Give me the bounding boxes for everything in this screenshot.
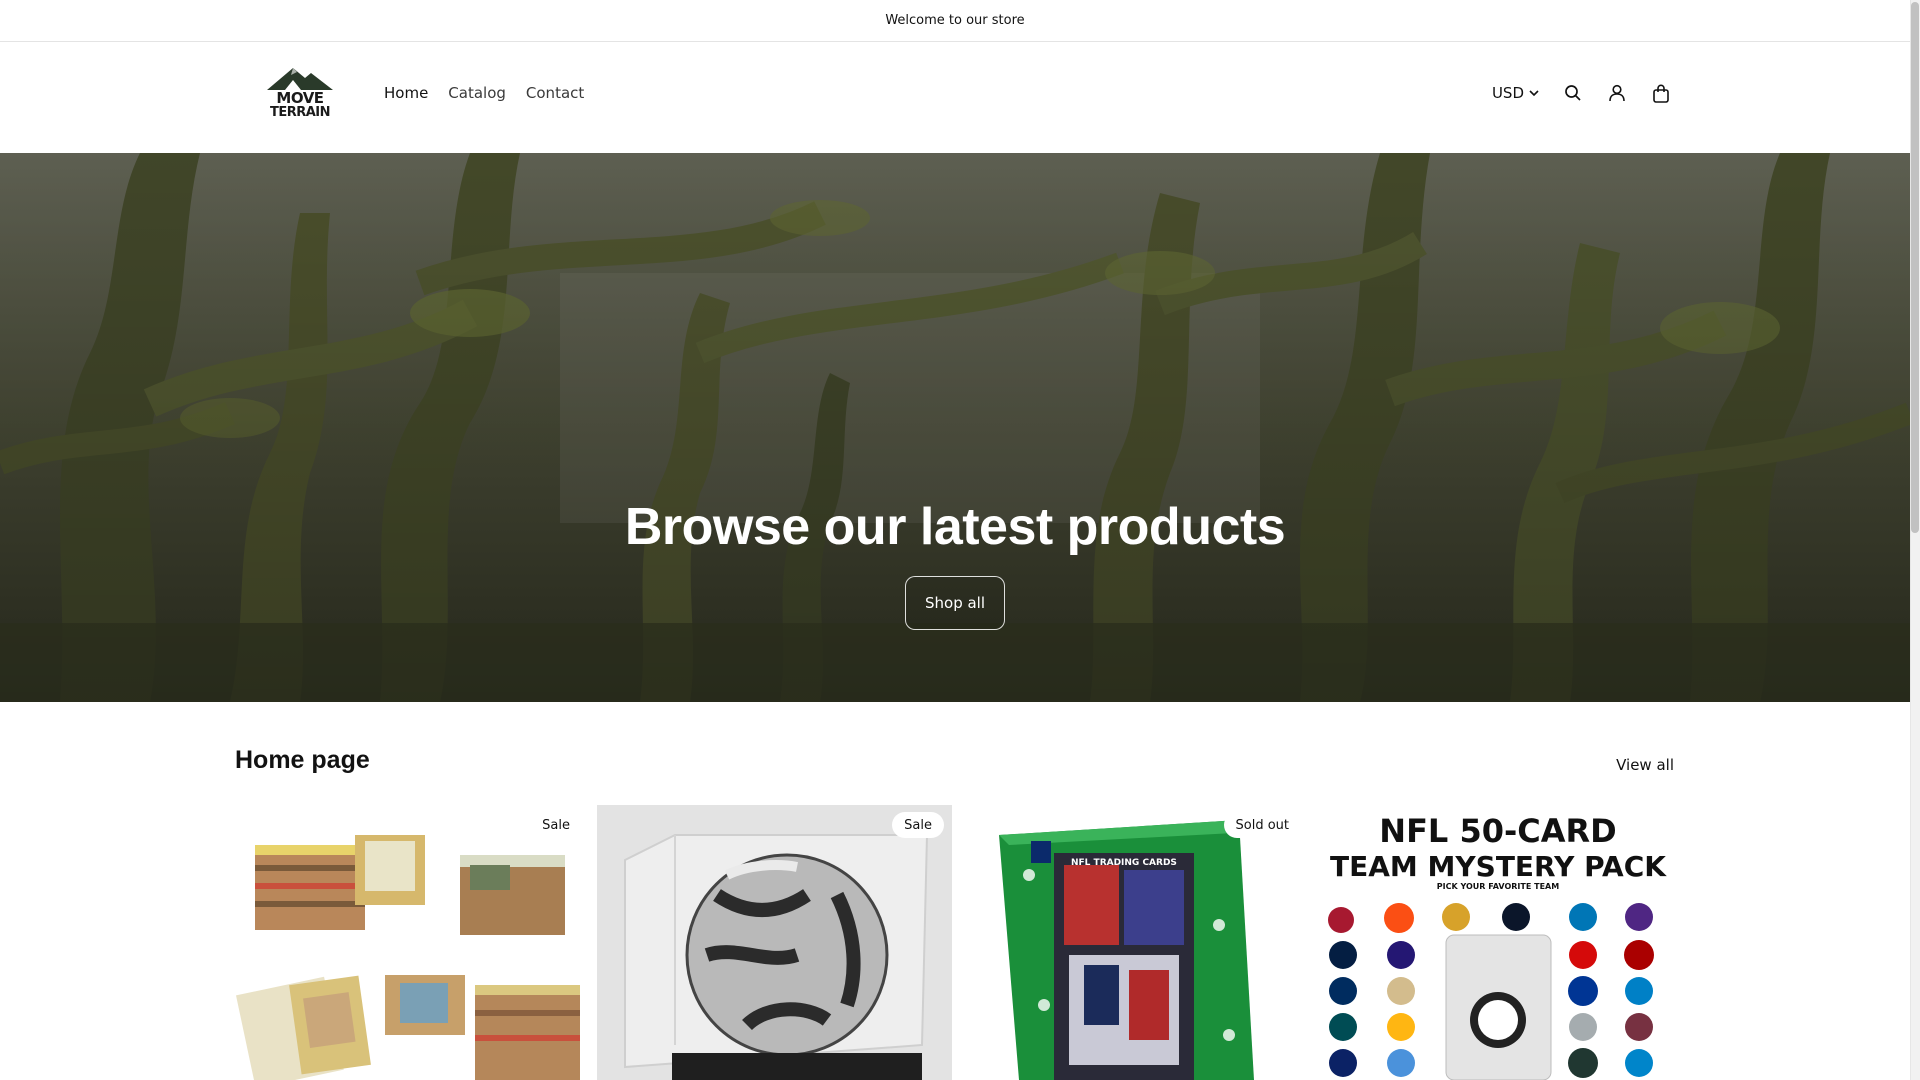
- nav-item-catalog[interactable]: Catalog: [448, 84, 506, 102]
- pack-subtitle: PICK YOUR FAVORITE TEAM: [1437, 882, 1559, 891]
- chevron-down-icon: [1529, 90, 1539, 97]
- account-button[interactable]: [1606, 82, 1628, 104]
- page-scrollbar[interactable]: [1910, 0, 1920, 1080]
- collection-title: Home page: [235, 746, 370, 774]
- product-card[interactable]: NFL TRADING CARDS Sold out: [959, 805, 1314, 1080]
- product-grid: Sale Sale NFL TRADING CARDS Sold out NFL…: [235, 805, 1676, 1080]
- cart-button[interactable]: [1650, 82, 1672, 104]
- search-button[interactable]: [1562, 82, 1584, 104]
- sale-badge: Sale: [530, 812, 582, 838]
- product-card[interactable]: Sale: [597, 805, 952, 1080]
- announcement-bar: Welcome to our store: [0, 0, 1910, 42]
- pack-title-line2: TEAM MYSTERY PACK: [1330, 850, 1667, 883]
- sale-badge: Sale: [892, 812, 944, 838]
- product-card[interactable]: Sale: [235, 805, 590, 1080]
- storefront-page: Welcome to our store MOVE TERRAIN Home C…: [0, 0, 1910, 1080]
- site-header: MOVE TERRAIN Home Catalog Contact USD: [0, 42, 1910, 153]
- sold-out-badge: Sold out: [1223, 812, 1301, 838]
- cart-icon: [1653, 83, 1669, 103]
- currency-selector[interactable]: USD: [1492, 84, 1540, 102]
- pack-title-line1: NFL 50-CARD: [1379, 812, 1616, 850]
- shop-all-button[interactable]: Shop all: [905, 576, 1005, 630]
- header-actions: USD: [1492, 82, 1672, 104]
- view-all-link[interactable]: View all: [1616, 756, 1674, 774]
- account-icon: [1609, 84, 1625, 102]
- search-icon: [1565, 85, 1581, 101]
- currency-label: USD: [1491, 84, 1524, 102]
- box-label: NFL TRADING CARDS: [1071, 858, 1177, 868]
- baseball-cards-image: [235, 805, 590, 1080]
- logo-text-terrain: TERRAIN: [269, 105, 331, 120]
- main-navigation: Home Catalog Contact: [384, 84, 584, 102]
- announcement-text: Welcome to our store: [885, 13, 1025, 28]
- soccer-ball-display-case-image: [597, 805, 952, 1080]
- nfl-trading-cards-box-image: NFL TRADING CARDS: [959, 805, 1314, 1080]
- logo-text-move: MOVE: [276, 89, 324, 107]
- nav-item-home[interactable]: Home: [384, 84, 428, 102]
- nfl-mystery-pack-image: NFL 50-CARD TEAM MYSTERY PACK PICK YOUR …: [1321, 805, 1676, 1080]
- nav-item-contact[interactable]: Contact: [526, 84, 584, 102]
- scrollbar-thumb[interactable]: [1911, 2, 1919, 533]
- hero-banner: Browse our latest products Shop all: [0, 153, 1910, 702]
- product-card[interactable]: NFL 50-CARD TEAM MYSTERY PACK PICK YOUR …: [1321, 805, 1676, 1080]
- hero-title: Browse our latest products: [624, 498, 1286, 556]
- store-logo[interactable]: MOVE TERRAIN: [263, 66, 337, 122]
